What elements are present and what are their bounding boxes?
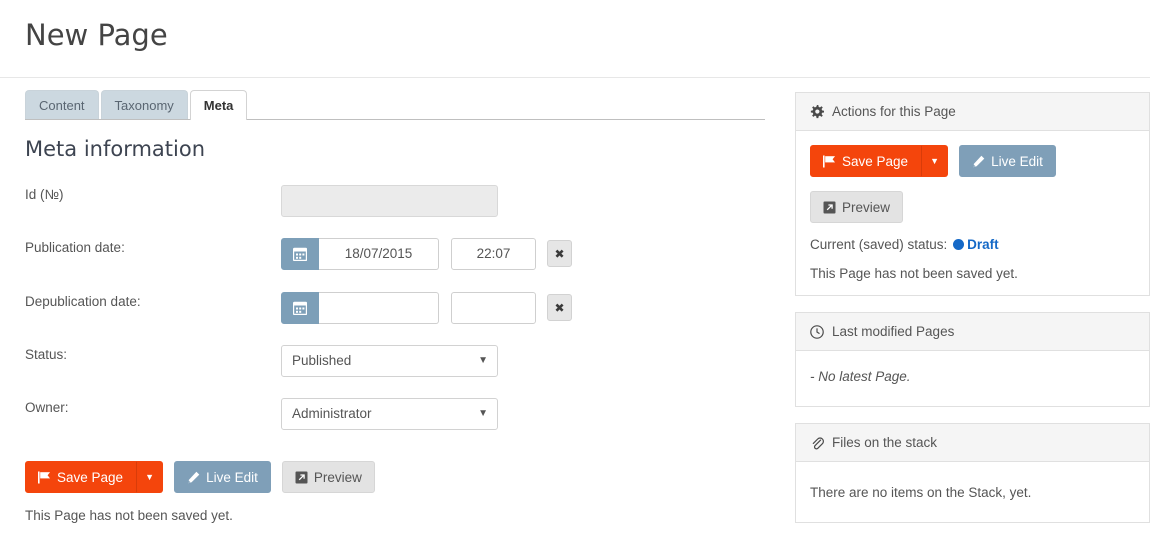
status-select[interactable]: Published ▼ bbox=[281, 345, 498, 377]
sidebar-live-edit-button[interactable]: Live Edit bbox=[959, 145, 1056, 177]
files-panel: Files on the stack There are no items on… bbox=[795, 423, 1150, 523]
flag-icon bbox=[823, 155, 836, 168]
page-root: New Page Content Taxonomy Meta Meta info… bbox=[0, 0, 1150, 534]
calendar-icon bbox=[293, 247, 307, 261]
current-status-prefix: Current (saved) status: bbox=[810, 237, 948, 252]
last-modified-panel-header: Last modified Pages bbox=[796, 313, 1149, 351]
actions-panel-button-row-1: Save Page ▼ Live Edit bbox=[810, 145, 1135, 177]
sidebar-save-page-split-button: Save Page ▼ bbox=[810, 145, 949, 177]
files-panel-header: Files on the stack bbox=[796, 424, 1149, 462]
owner-select[interactable]: Administrator ▼ bbox=[281, 398, 498, 430]
control-publication-date: 18/07/2015 22:07 ✖ bbox=[281, 238, 572, 270]
files-empty-text: There are no items on the Stack, yet. bbox=[810, 485, 1032, 500]
actions-panel-title: Actions for this Page bbox=[832, 104, 956, 119]
clock-icon bbox=[810, 324, 824, 339]
actions-panel: Actions for this Page Save Page ▼ Live E… bbox=[795, 92, 1150, 296]
actions-panel-body: Save Page ▼ Live Edit Preview Current (s… bbox=[796, 131, 1149, 295]
owner-select-value: Administrator bbox=[292, 406, 372, 421]
status-badge: Draft bbox=[967, 237, 999, 252]
main-content: Content Taxonomy Meta Meta information I… bbox=[0, 0, 790, 534]
last-modified-panel-title: Last modified Pages bbox=[832, 324, 955, 339]
sidebar: Actions for this Page Save Page ▼ Live E… bbox=[795, 92, 1150, 534]
publication-time-input[interactable]: 22:07 bbox=[451, 238, 536, 270]
tab-content[interactable]: Content bbox=[25, 90, 99, 120]
last-modified-panel: Last modified Pages - No latest Page. bbox=[795, 312, 1150, 407]
tab-meta[interactable]: Meta bbox=[189, 90, 248, 120]
calendar-icon bbox=[293, 301, 307, 315]
label-id: Id (№) bbox=[25, 187, 64, 202]
publication-calendar-button[interactable] bbox=[281, 238, 319, 270]
label-owner: Owner: bbox=[25, 400, 69, 415]
sidebar-live-edit-label: Live Edit bbox=[991, 153, 1043, 169]
chevron-down-icon: ▼ bbox=[930, 156, 940, 166]
control-owner: Administrator ▼ bbox=[281, 398, 498, 430]
pencil-icon bbox=[972, 155, 985, 168]
label-depublication-date: Depublication date: bbox=[25, 294, 141, 309]
preview-button[interactable]: Preview bbox=[281, 461, 375, 493]
current-status-line: Current (saved) status: Draft bbox=[810, 237, 1135, 252]
external-link-icon bbox=[295, 471, 308, 484]
bottom-action-buttons: Save Page ▼ Live Edit Preview bbox=[25, 461, 375, 493]
control-status: Published ▼ bbox=[281, 345, 498, 377]
chevron-down-icon: ▼ bbox=[478, 355, 488, 366]
section-title: Meta information bbox=[25, 137, 206, 161]
flag-icon bbox=[38, 471, 51, 484]
live-edit-button[interactable]: Live Edit bbox=[174, 461, 271, 493]
last-modified-empty-text: - No latest Page. bbox=[810, 369, 911, 384]
not-saved-note: This Page has not been saved yet. bbox=[25, 508, 233, 523]
sidebar-preview-button[interactable]: Preview bbox=[810, 191, 904, 223]
control-id bbox=[281, 185, 498, 217]
save-page-dropdown-toggle[interactable]: ▼ bbox=[136, 461, 164, 493]
chevron-down-icon: ▼ bbox=[145, 472, 155, 482]
paperclip-icon bbox=[810, 436, 824, 450]
status-dot-icon bbox=[953, 239, 965, 250]
files-panel-body: There are no items on the Stack, yet. bbox=[796, 462, 1149, 522]
save-page-button[interactable]: Save Page bbox=[25, 461, 137, 493]
label-publication-date: Publication date: bbox=[25, 240, 125, 255]
tab-taxonomy[interactable]: Taxonomy bbox=[100, 90, 188, 120]
depublication-time-input[interactable] bbox=[451, 292, 536, 324]
status-select-value: Published bbox=[292, 353, 352, 368]
depublication-calendar-button[interactable] bbox=[281, 292, 319, 324]
sidebar-save-page-label: Save Page bbox=[842, 153, 909, 169]
depublication-date-input[interactable] bbox=[319, 292, 439, 324]
sidebar-preview-label: Preview bbox=[842, 199, 891, 215]
depublication-clear-button[interactable]: ✖ bbox=[547, 294, 572, 321]
preview-label: Preview bbox=[313, 469, 362, 485]
sidebar-save-page-dropdown-toggle[interactable]: ▼ bbox=[921, 145, 949, 177]
external-link-icon bbox=[823, 201, 836, 214]
save-page-label: Save Page bbox=[57, 469, 124, 485]
live-edit-label: Live Edit bbox=[206, 469, 258, 485]
actions-panel-header: Actions for this Page bbox=[796, 93, 1149, 131]
files-panel-title: Files on the stack bbox=[832, 435, 938, 450]
actions-panel-button-row-2: Preview bbox=[810, 191, 1135, 223]
save-page-split-button: Save Page ▼ bbox=[25, 461, 164, 493]
id-input[interactable] bbox=[281, 185, 498, 217]
tab-bar: Content Taxonomy Meta bbox=[25, 90, 249, 120]
sidebar-save-page-button[interactable]: Save Page bbox=[810, 145, 922, 177]
pencil-icon bbox=[187, 471, 200, 484]
label-status: Status: bbox=[25, 347, 68, 362]
chevron-down-icon: ▼ bbox=[478, 408, 488, 419]
sidebar-not-saved-note: This Page has not been saved yet. bbox=[810, 266, 1018, 281]
tab-underline bbox=[25, 119, 765, 120]
last-modified-panel-body: - No latest Page. bbox=[796, 351, 1149, 406]
close-icon: ✖ bbox=[554, 246, 565, 261]
close-icon: ✖ bbox=[554, 300, 565, 315]
gear-icon bbox=[810, 104, 824, 119]
publication-clear-button[interactable]: ✖ bbox=[547, 240, 572, 267]
control-depublication-date: ✖ bbox=[281, 292, 572, 324]
publication-date-input[interactable]: 18/07/2015 bbox=[319, 238, 439, 270]
